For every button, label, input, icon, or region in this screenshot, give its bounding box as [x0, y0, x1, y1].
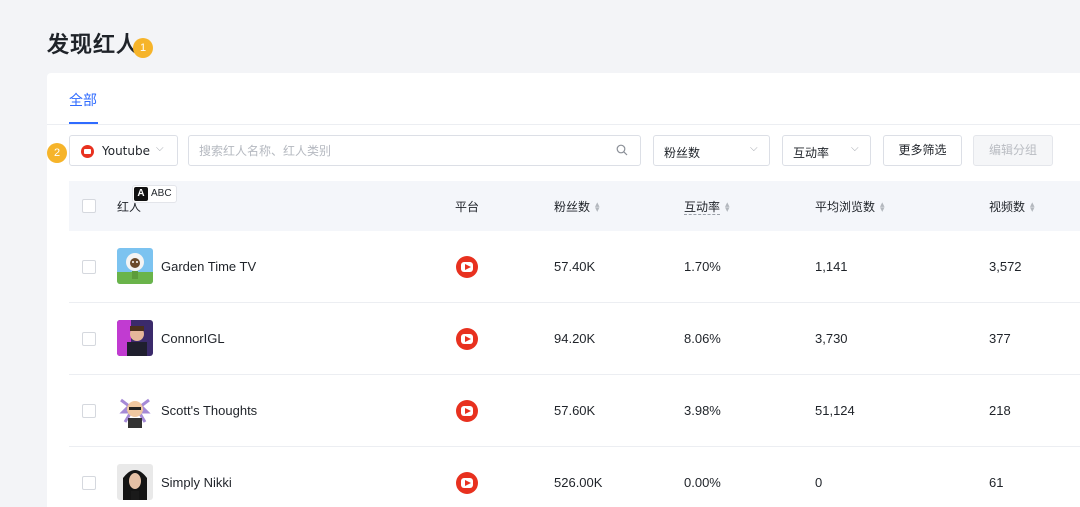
avg-views: 51,124	[815, 403, 855, 418]
fans-select[interactable]: 粉丝数 ⌵	[653, 135, 770, 166]
chevron-down-icon: ⌵	[851, 143, 859, 154]
fans-count: 526.00K	[554, 475, 603, 490]
avg-views: 0	[815, 475, 823, 490]
youtube-icon	[81, 145, 94, 158]
fans-select-value: 粉丝数	[664, 146, 701, 160]
column-header-fans[interactable]: 粉丝数 ▴ ▾	[554, 198, 600, 215]
video-count: 377	[989, 331, 1011, 346]
fans-count: 94.20K	[554, 331, 596, 346]
table-row[interactable]: Simply Nikki 526.00K 0.00% 0 61	[69, 447, 1080, 507]
sort-icon[interactable]: ▴ ▾	[595, 200, 600, 214]
video-count: 61	[989, 475, 1004, 490]
table-row[interactable]: Garden Time TV 57.40K 1.70% 1,141 3,572	[69, 231, 1080, 303]
avg-views: 1,141	[815, 259, 848, 274]
chevron-down-icon: ⌵	[156, 143, 164, 154]
video-count: 3,572	[989, 259, 1022, 274]
chevron-down-icon: ⌵	[750, 143, 758, 154]
sort-icon[interactable]: ▴ ▾	[880, 200, 885, 214]
sort-icon[interactable]: ▴ ▾	[1030, 200, 1035, 214]
row-checkbox[interactable]	[82, 476, 96, 490]
platform-select[interactable]: Youtube ⌵	[69, 135, 178, 166]
column-header-engagement[interactable]: 互动率 ▴ ▾	[684, 198, 730, 215]
table-row[interactable]: ConnorIGL 94.20K 8.06% 3,730 377	[69, 303, 1080, 375]
avg-views: 3,730	[815, 331, 848, 346]
youtube-icon	[456, 472, 478, 494]
engagement-select[interactable]: 互动率 ⌵	[782, 135, 871, 166]
influencer-name[interactable]: Garden Time TV	[161, 259, 256, 274]
tab-bar: 全部	[47, 73, 1080, 125]
column-header-avg-views-label: 平均浏览数	[815, 200, 876, 214]
youtube-icon	[456, 400, 478, 422]
engagement-rate: 0.00%	[684, 475, 721, 490]
filter-bar: Youtube ⌵ 粉丝数 ⌵ 互动率 ⌵ 更多筛选 编辑分组	[47, 135, 1080, 171]
influencer-name[interactable]: Simply Nikki	[161, 475, 232, 490]
column-header-platform: 平台	[455, 200, 480, 214]
tab-all[interactable]: 全部	[69, 90, 97, 110]
row-checkbox[interactable]	[82, 260, 96, 274]
edit-group-button[interactable]: 编辑分组	[973, 135, 1053, 166]
row-checkbox[interactable]	[82, 332, 96, 346]
avatar	[117, 248, 153, 284]
more-filters-button[interactable]: 更多筛选	[883, 135, 962, 166]
search-box[interactable]	[188, 135, 641, 166]
translate-letter-icon: A	[134, 187, 148, 201]
influencer-name[interactable]: Scott's Thoughts	[161, 403, 257, 418]
search-input[interactable]	[189, 136, 609, 165]
step-badge-1: 1	[133, 38, 153, 58]
avatar	[117, 392, 153, 428]
fans-count: 57.60K	[554, 403, 596, 418]
engagement-select-value: 互动率	[793, 146, 830, 160]
step-badge-2: 2	[47, 143, 67, 163]
column-header-videos-label: 视频数	[989, 200, 1026, 214]
influencer-name[interactable]: ConnorIGL	[161, 331, 225, 346]
engagement-rate: 3.98%	[684, 403, 721, 418]
sort-icon[interactable]: ▴ ▾	[725, 200, 730, 214]
main-card: 全部 Youtube ⌵ 粉丝数 ⌵ 互动率 ⌵ 更多筛选 编辑分组	[47, 73, 1080, 507]
page-title: 发现红人	[47, 33, 140, 58]
fans-count: 57.40K	[554, 259, 596, 274]
table-header: 红人 平台 粉丝数 ▴ ▾ 互动率 ▴ ▾ 平均浏览数 ▴ ▾ 视频数 ▴ ▾	[69, 181, 1080, 231]
column-header-avg-views[interactable]: 平均浏览数 ▴ ▾	[815, 198, 885, 215]
engagement-rate: 1.70%	[684, 259, 721, 274]
column-header-videos[interactable]: 视频数 ▴ ▾	[989, 198, 1035, 215]
column-header-engagement-label: 互动率	[684, 200, 721, 215]
search-icon[interactable]	[616, 144, 628, 156]
row-checkbox[interactable]	[82, 404, 96, 418]
platform-select-value: Youtube	[102, 144, 150, 158]
engagement-rate: 8.06%	[684, 331, 721, 346]
table-row[interactable]: Scott's Thoughts 57.60K 3.98% 51,124 218	[69, 375, 1080, 447]
avatar	[117, 320, 153, 356]
translate-tooltip-text: ABC	[151, 188, 172, 199]
translate-tooltip: A ABC	[132, 185, 177, 203]
youtube-icon	[456, 256, 478, 278]
column-header-fans-label: 粉丝数	[554, 200, 591, 214]
tab-active-indicator	[69, 122, 98, 124]
avatar	[117, 464, 153, 500]
youtube-icon	[456, 328, 478, 350]
select-all-checkbox[interactable]	[82, 199, 96, 213]
video-count: 218	[989, 403, 1011, 418]
